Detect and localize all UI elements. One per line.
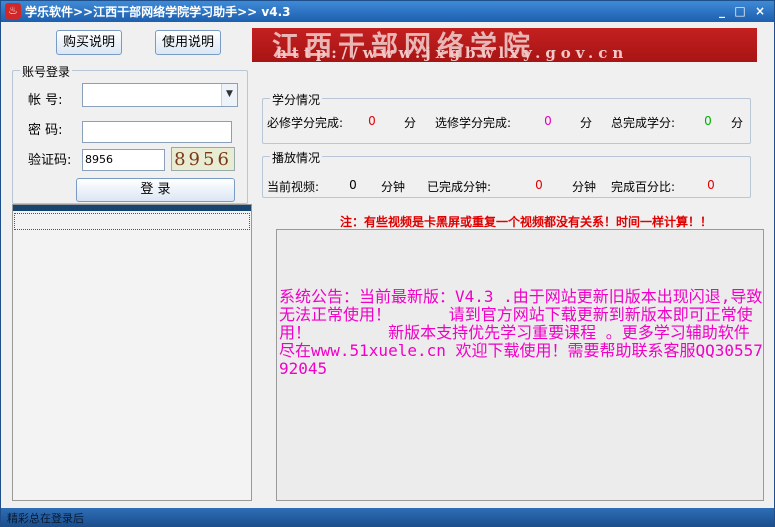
purchase-info-button[interactable]: 购买说明	[56, 30, 122, 55]
total-credit-unit: 分	[731, 116, 744, 130]
captcha-label: 验证码:	[28, 153, 72, 168]
title-bar[interactable]: ♨ 学乐软件>>江西干部网络学院学习助手>> v4.3 _ □ ×	[1, 1, 774, 22]
status-text: 精彩总在登录后	[7, 512, 84, 525]
current-video-label: 当前视频:	[267, 180, 320, 194]
course-list-header	[13, 205, 251, 211]
video-notice: 注：有些视频是卡黑屏或重复一个视频都没有关系！时间一样计算！！	[340, 215, 713, 229]
announcement-text: 系统公告：当前最新版：V4.3 .由于网站更新旧版本出现闪退,导致无法正常使用！…	[279, 287, 763, 378]
banner-url: http://www.jxgbwlxy.gov.cn	[276, 44, 629, 62]
current-video-value: 0	[349, 178, 357, 192]
playback-group-title: 播放情况	[270, 149, 323, 166]
captcha-input[interactable]: 8956	[82, 149, 165, 171]
site-banner: 江西干部网络学院 http://www.jxgbwlxy.gov.cn	[252, 28, 757, 62]
account-label: 帐 号:	[28, 93, 63, 108]
completed-minutes-value: 0	[535, 178, 543, 192]
playback-group: 播放情况	[262, 149, 751, 198]
usage-info-button[interactable]: 使用说明	[155, 30, 221, 55]
status-bar: 精彩总在登录后	[1, 508, 774, 526]
elective-credit-label: 选修学分完成:	[435, 116, 512, 130]
completion-percent-label: 完成百分比:	[611, 180, 676, 194]
announcement-box[interactable]: 系统公告：当前最新版：V4.3 .由于网站更新旧版本出现闪退,导致无法正常使用！…	[276, 229, 764, 501]
app-window: ♨ 学乐软件>>江西干部网络学院学习助手>> v4.3 _ □ × 购买说明 使…	[0, 0, 775, 527]
close-icon[interactable]: ×	[752, 4, 768, 19]
maximize-icon[interactable]: □	[732, 4, 748, 19]
login-group-title: 账号登录	[20, 63, 73, 80]
app-icon: ♨	[5, 3, 21, 19]
completed-minutes-label: 已完成分钟:	[427, 180, 492, 194]
minimize-icon[interactable]: _	[714, 4, 730, 19]
password-label: 密 码:	[28, 123, 63, 138]
total-credit-value: 0	[704, 114, 712, 128]
required-credit-label: 必修学分完成:	[267, 116, 344, 130]
elective-credit-unit: 分	[580, 116, 593, 130]
required-credit-value: 0	[368, 114, 376, 128]
window-title: 学乐软件>>江西干部网络学院学习助手>> v4.3	[25, 5, 291, 19]
completed-minutes-unit: 分钟	[572, 180, 597, 194]
captcha-image[interactable]: 8956	[171, 147, 235, 171]
list-item[interactable]	[14, 213, 250, 230]
chevron-down-icon[interactable]: ▼	[221, 84, 237, 106]
completion-percent-value: 0	[707, 178, 715, 192]
elective-credit-value: 0	[544, 114, 552, 128]
account-combo[interactable]: ▼	[82, 83, 238, 107]
required-credit-unit: 分	[404, 116, 417, 130]
current-video-unit: 分钟	[381, 180, 406, 194]
password-input[interactable]	[82, 121, 232, 143]
course-list-panel[interactable]	[12, 204, 252, 501]
total-credit-label: 总完成学分:	[611, 116, 676, 130]
credits-group-title: 学分情况	[270, 91, 323, 108]
login-button[interactable]: 登 录	[76, 178, 235, 202]
